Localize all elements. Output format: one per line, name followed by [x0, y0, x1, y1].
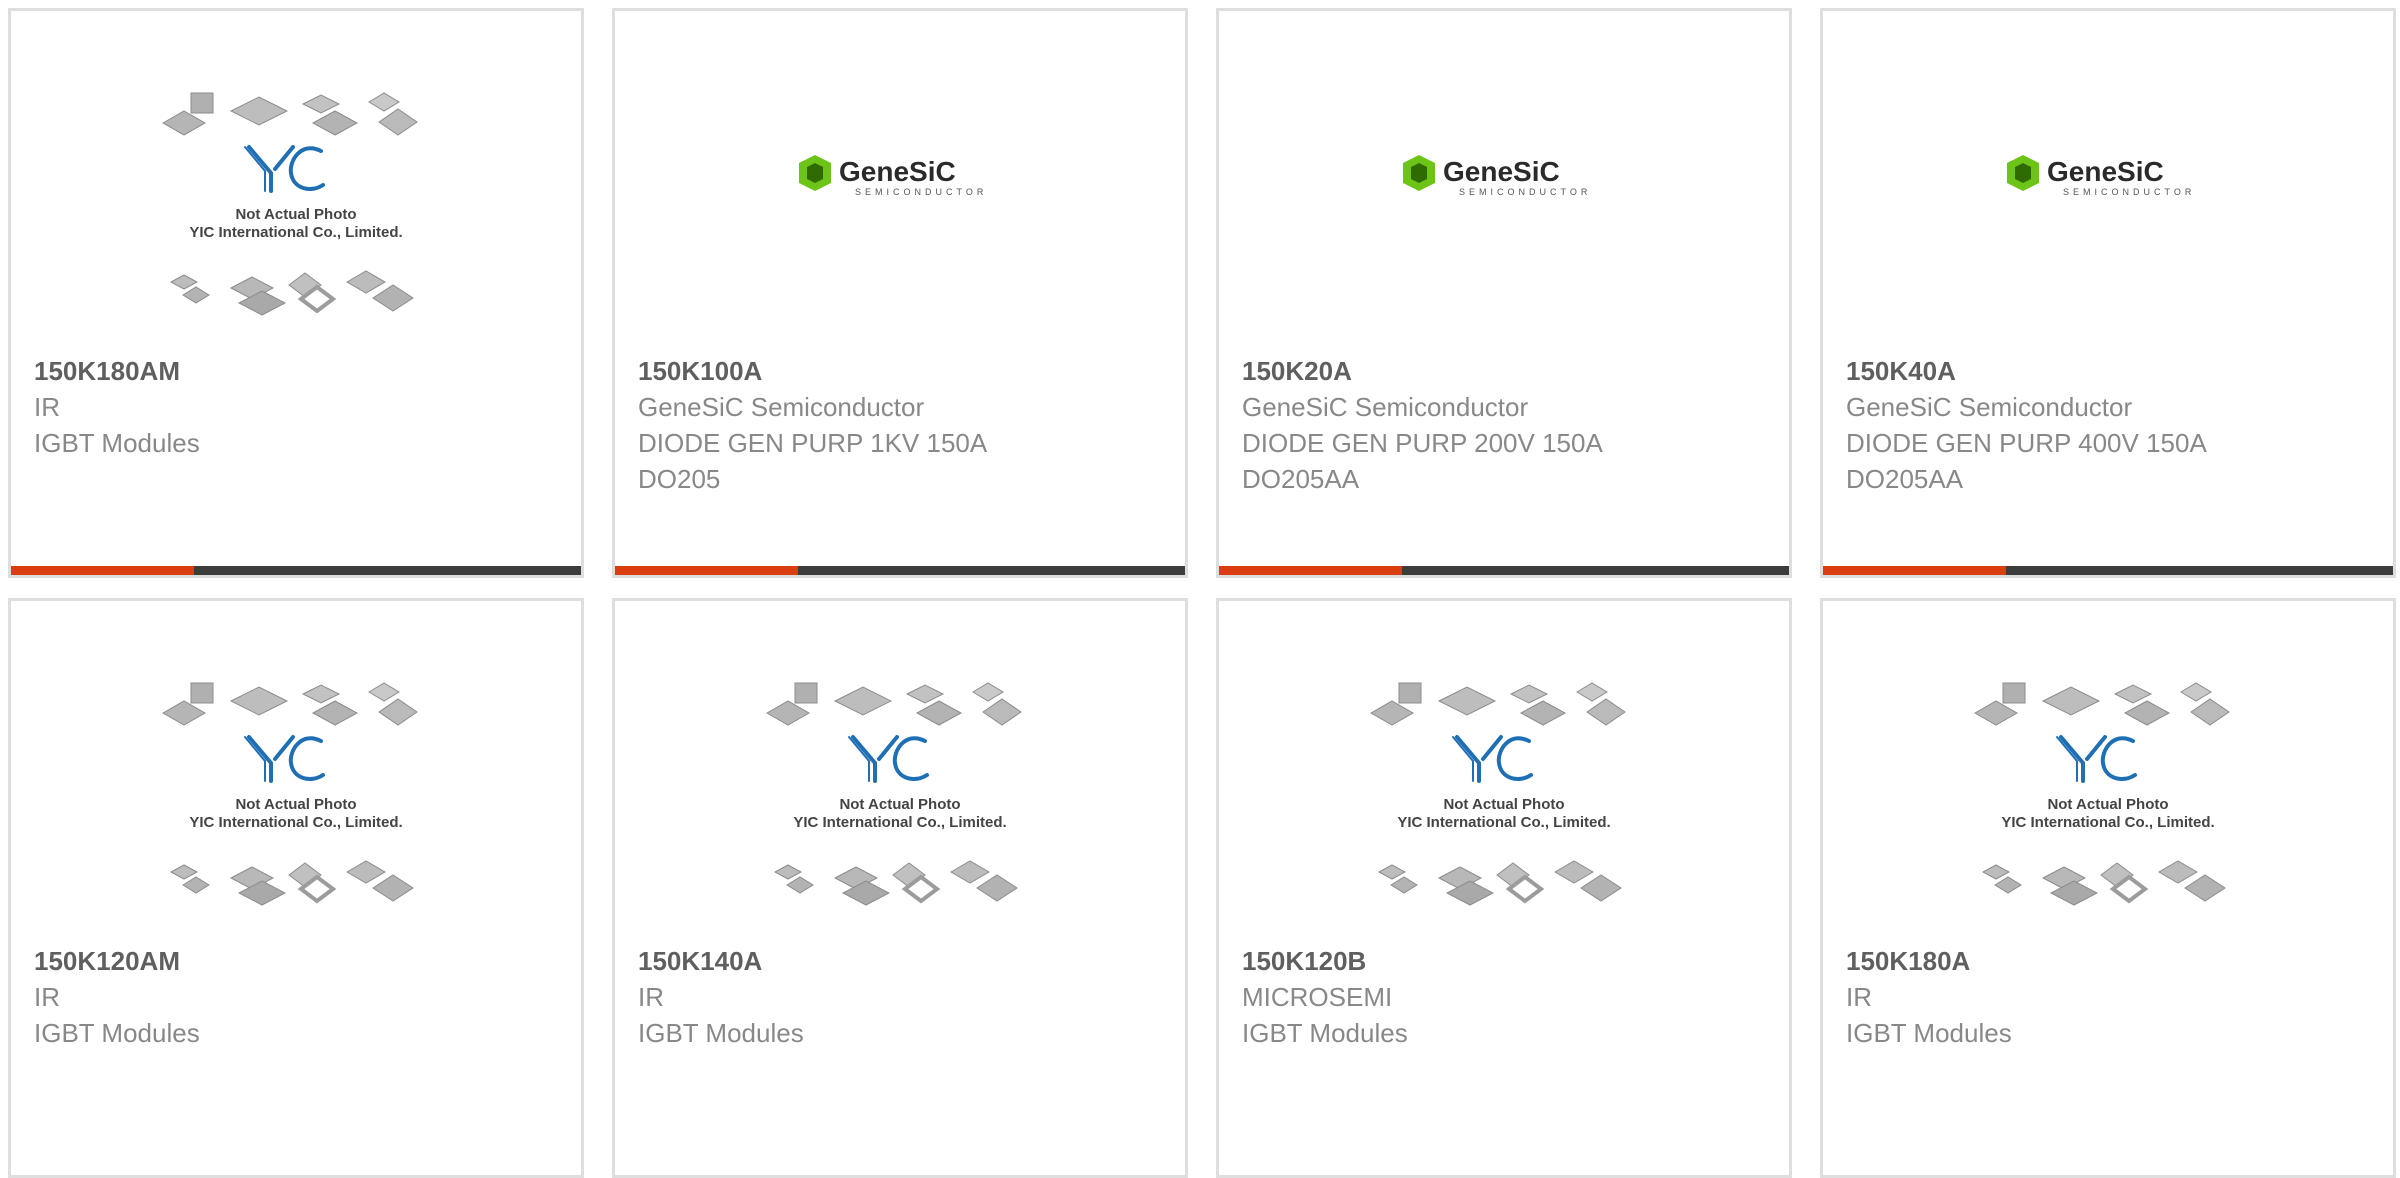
product-info: 150K40A GeneSiC Semiconductor DIODE GEN … [1846, 353, 2373, 497]
product-card[interactable]: Not Actual Photo YIC International Co., … [8, 8, 584, 578]
product-info: 150K120AM IR IGBT Modules [34, 943, 561, 1051]
description-line: DO205AA [1846, 464, 1964, 494]
product-info: 150K180AM IR IGBT Modules [34, 353, 561, 461]
product-card[interactable]: Not Actual Photo YIC International Co., … [1216, 598, 1792, 1178]
svg-text:SEMICONDUCTOR: SEMICONDUCTOR [2063, 187, 2195, 197]
part-number[interactable]: 150K140A [638, 943, 1165, 979]
description-line: DIODE GEN PURP 400V 150A [1846, 428, 2207, 458]
product-card[interactable]: GeneSiC SEMICONDUCTOR 150K20A GeneSiC Se… [1216, 8, 1792, 578]
manufacturer: MICROSEMI [1242, 982, 1393, 1012]
svg-text:YIC International Co., Limited: YIC International Co., Limited. [1397, 814, 1610, 831]
svg-text:GeneSiC: GeneSiC [1443, 156, 1560, 187]
card-accent-bar [615, 566, 798, 575]
card-bottom-bar [1823, 566, 2393, 575]
part-number[interactable]: 150K180AM [34, 353, 561, 389]
product-card[interactable]: Not Actual Photo YIC International Co., … [1820, 598, 2396, 1178]
product-info: 150K100A GeneSiC Semiconductor DIODE GEN… [638, 353, 1165, 497]
product-image-genesic-logo: GeneSiC SEMICONDUCTOR [1823, 151, 2393, 211]
placeholder-text: Not Actual Photo [235, 796, 356, 813]
product-image-yic-placeholder: Not Actual Photo YIC International Co., … [1219, 681, 1789, 943]
card-bottom-bar [11, 566, 581, 575]
svg-text:YIC International Co., Limited: YIC International Co., Limited. [793, 814, 1006, 831]
manufacturer: IR [34, 392, 60, 422]
manufacturer: IR [638, 982, 664, 1012]
product-info: 150K140A IR IGBT Modules [638, 943, 1165, 1051]
card-accent-bar [1823, 566, 2006, 575]
manufacturer: GeneSiC Semiconductor [638, 392, 925, 422]
svg-text:YIC International Co., Limited: YIC International Co., Limited. [2001, 814, 2214, 831]
card-bottom-bar [615, 566, 1185, 575]
description-line: IGBT Modules [1846, 1018, 2012, 1048]
svg-text:YIC International Co., Limited: YIC International Co., Limited. [189, 814, 402, 831]
svg-text:GeneSiC: GeneSiC [2047, 156, 2164, 187]
description-line: IGBT Modules [1242, 1018, 1408, 1048]
part-number[interactable]: 150K120AM [34, 943, 561, 979]
manufacturer: IR [1846, 982, 1872, 1012]
description-line: IGBT Modules [34, 1018, 200, 1048]
card-accent-bar [1219, 566, 1402, 575]
description-line: IGBT Modules [638, 1018, 804, 1048]
description-line: DO205 [638, 464, 721, 494]
description-line: DO205AA [1242, 464, 1360, 494]
product-image-yic-placeholder: Not Actual Photo YIC International Co., … [11, 681, 581, 943]
placeholder-text: Not Actual Photo [839, 796, 960, 813]
product-card[interactable]: Not Actual Photo YIC International Co., … [612, 598, 1188, 1178]
description-line: DIODE GEN PURP 200V 150A [1242, 428, 1603, 458]
placeholder-text: Not Actual Photo [1443, 796, 1564, 813]
card-accent-bar [11, 566, 194, 575]
svg-text:SEMICONDUCTOR: SEMICONDUCTOR [1459, 187, 1591, 197]
svg-text:GeneSiC: GeneSiC [839, 156, 956, 187]
product-info: 150K180A IR IGBT Modules [1846, 943, 2373, 1051]
svg-text:YIC International Co., Limited: YIC International Co., Limited. [189, 224, 402, 241]
product-image-yic-placeholder: Not Actual Photo YIC International Co., … [1823, 681, 2393, 943]
product-image-genesic-logo: GeneSiC SEMICONDUCTOR [615, 151, 1185, 211]
part-number[interactable]: 150K20A [1242, 353, 1769, 389]
placeholder-text: Not Actual Photo [2047, 796, 2168, 813]
svg-text:SEMICONDUCTOR: SEMICONDUCTOR [855, 187, 987, 197]
manufacturer: GeneSiC Semiconductor [1242, 392, 1529, 422]
product-card[interactable]: GeneSiC SEMICONDUCTOR 150K100A GeneSiC S… [612, 8, 1188, 578]
manufacturer: GeneSiC Semiconductor [1846, 392, 2133, 422]
placeholder-text: Not Actual Photo [235, 206, 356, 223]
part-number[interactable]: 150K40A [1846, 353, 2373, 389]
product-info: 150K20A GeneSiC Semiconductor DIODE GEN … [1242, 353, 1769, 497]
part-number[interactable]: 150K120B [1242, 943, 1769, 979]
manufacturer: IR [34, 982, 60, 1012]
product-info: 150K120B MICROSEMI IGBT Modules [1242, 943, 1769, 1051]
product-image-genesic-logo: GeneSiC SEMICONDUCTOR [1219, 151, 1789, 211]
product-card[interactable]: GeneSiC SEMICONDUCTOR 150K40A GeneSiC Se… [1820, 8, 2396, 578]
part-number[interactable]: 150K100A [638, 353, 1165, 389]
product-image-yic-placeholder: Not Actual Photo YIC International Co., … [11, 91, 581, 353]
product-card[interactable]: Not Actual Photo YIC International Co., … [8, 598, 584, 1178]
card-bottom-bar [1219, 566, 1789, 575]
description-line: IGBT Modules [34, 428, 200, 458]
part-number[interactable]: 150K180A [1846, 943, 2373, 979]
product-image-yic-placeholder: Not Actual Photo YIC International Co., … [615, 681, 1185, 943]
description-line: DIODE GEN PURP 1KV 150A [638, 428, 988, 458]
